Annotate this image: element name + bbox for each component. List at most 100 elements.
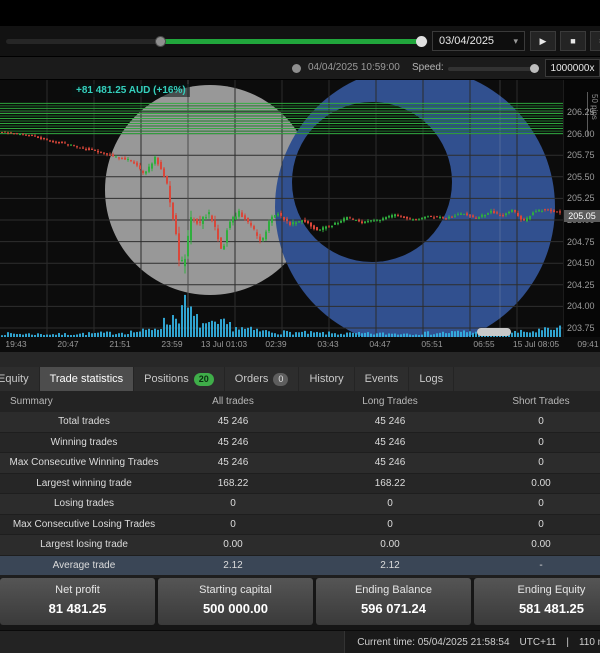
status-bar: Current time: 05/04/2025 21:58:54 UTC+11…: [0, 630, 600, 653]
card-value: 581 481.25: [474, 601, 600, 616]
time-axis-label: 02:39: [265, 339, 286, 349]
price-axis-label: 205.25: [567, 193, 595, 203]
play-button[interactable]: ▶: [530, 31, 556, 51]
time-axis-label: 15 Jul 08:05: [513, 339, 559, 349]
stop-button[interactable]: ■: [560, 31, 586, 51]
tab-label: Events: [365, 373, 399, 385]
stat-label: Max Consecutive Winning Trades: [0, 457, 168, 468]
price-axis-label: 204.00: [567, 301, 595, 311]
table-row[interactable]: Losing trades000: [0, 494, 600, 515]
chart-scrollbar-thumb[interactable]: [477, 328, 511, 336]
card-label: Starting capital: [158, 584, 313, 596]
stat-value-short: 0.00: [482, 539, 600, 550]
stat-value-short: 0: [482, 519, 600, 530]
price-axis-label: 205.50: [567, 172, 595, 182]
stat-value-short: 0: [482, 437, 600, 448]
tab-positions[interactable]: Positions 20: [134, 367, 225, 391]
date-value: 03/04/2025: [439, 35, 494, 47]
speed-label: Speed:: [412, 62, 444, 73]
table-row[interactable]: Total trades45 24645 2460: [0, 412, 600, 433]
stat-label: Average trade: [0, 560, 168, 571]
stat-value-short: 0: [482, 498, 600, 509]
ending-balance-card: Ending Balance 596 071.24: [316, 578, 471, 625]
stat-value-all: 0: [168, 498, 298, 509]
current-price-tag: 205.05: [564, 210, 600, 222]
backtester-window: 03/04/2025 ▾ ▶ ■ ≡ 04/04/2025 10:59:00 S…: [0, 0, 600, 653]
current-bar-timestamp: 04/04/2025 10:59:00: [308, 62, 400, 73]
speed-slider-handle[interactable]: [530, 64, 539, 73]
play-icon: ▶: [540, 36, 547, 47]
tab-logs[interactable]: Logs: [409, 367, 454, 391]
panel-spacer: [0, 352, 600, 367]
price-chart[interactable]: +81 481.25 AUD (+16%) 50 pips 205.05 206…: [0, 80, 600, 337]
tab-events[interactable]: Events: [355, 367, 410, 391]
timeline-progress-fill: [160, 39, 422, 44]
time-axis-label: 05:51: [421, 339, 442, 349]
tab-label: Positions: [144, 373, 189, 385]
status-info: Current time: 05/04/2025 21:58:54 UTC+11…: [344, 631, 600, 653]
timeline-slider-track[interactable]: [6, 39, 428, 44]
tab-trade-statistics[interactable]: Trade statistics: [40, 367, 135, 391]
table-row[interactable]: Winning trades45 24645 2460: [0, 433, 600, 454]
time-axis-label: 13 Jul 01:03: [201, 339, 247, 349]
speed-slider-track[interactable]: [448, 67, 532, 71]
card-value: 81 481.25: [0, 601, 155, 616]
table-row[interactable]: Max Consecutive Losing Trades000: [0, 515, 600, 536]
stat-label: Total trades: [0, 416, 168, 427]
stop-icon: ■: [570, 36, 575, 46]
menu-button[interactable]: ≡: [590, 31, 600, 51]
chevron-down-icon: ▾: [513, 36, 518, 47]
date-select[interactable]: 03/04/2025 ▾: [432, 31, 525, 51]
header-short-trades: Short Trades: [482, 396, 600, 407]
timeline-start-handle[interactable]: [155, 36, 166, 47]
tab-label: Logs: [419, 373, 443, 385]
price-axis-label: 203.75: [567, 323, 595, 333]
stat-value-short: 0: [482, 416, 600, 427]
tab-equity[interactable]: Equity: [0, 367, 40, 391]
stat-value-all: 168.22: [168, 478, 298, 489]
table-row[interactable]: Largest losing trade0.000.000.00: [0, 535, 600, 556]
timeline-position-handle[interactable]: [416, 36, 427, 47]
time-axis-label: 21:51: [109, 339, 130, 349]
stat-value-short: 0: [482, 457, 600, 468]
time-marker-dot[interactable]: [292, 64, 301, 73]
speed-value: 1000000x: [545, 59, 600, 77]
stat-label: Largest winning trade: [0, 478, 168, 489]
tab-label: Equity: [0, 373, 29, 385]
stat-value-long: 45 246: [298, 437, 482, 448]
stat-value-long: 2.12: [298, 560, 482, 571]
profit-tooltip: +81 481.25 AUD (+16%): [72, 84, 190, 97]
tab-orders[interactable]: Orders0: [225, 367, 300, 391]
header-long-trades: Long Trades: [298, 396, 482, 407]
tab-label: Trade statistics: [50, 373, 124, 385]
stat-value-short: -: [482, 560, 600, 571]
latency: 110 m: [579, 637, 600, 648]
tab-history[interactable]: History: [299, 367, 354, 391]
stat-label: Max Consecutive Losing Trades: [0, 519, 168, 530]
stat-value-short: 0.00: [482, 478, 600, 489]
price-axis-label: 204.75: [567, 237, 595, 247]
timezone: UTC+11: [520, 637, 557, 648]
stat-value-long: 0: [298, 519, 482, 530]
time-axis-label: 09:41: [577, 339, 598, 349]
table-row[interactable]: Average trade2.122.12-: [0, 556, 600, 577]
table-row[interactable]: Largest winning trade168.22168.220.00: [0, 474, 600, 495]
stat-label: Losing trades: [0, 498, 168, 509]
tab-badge: 0: [273, 373, 288, 386]
net-profit-card: Net profit 81 481.25: [0, 578, 155, 625]
time-axis-label: 23:59: [161, 339, 182, 349]
stat-value-long: 0.00: [298, 539, 482, 550]
time-axis-label: 04:47: [369, 339, 390, 349]
tab-badge: 20: [194, 373, 214, 386]
stat-value-all: 45 246: [168, 437, 298, 448]
summary-cards: Net profit 81 481.25 Starting capital 50…: [0, 578, 600, 625]
stat-value-long: 45 246: [298, 416, 482, 427]
price-axis-label: 205.75: [567, 150, 595, 160]
price-axis-label: 206.25: [567, 107, 595, 117]
card-label: Ending Equity: [474, 584, 600, 596]
separator: |: [566, 637, 569, 648]
time-axis-label: 20:47: [57, 339, 78, 349]
table-row[interactable]: Max Consecutive Winning Trades45 24645 2…: [0, 453, 600, 474]
chart-canvas[interactable]: [0, 80, 563, 337]
time-axis-label: 19:43: [5, 339, 26, 349]
